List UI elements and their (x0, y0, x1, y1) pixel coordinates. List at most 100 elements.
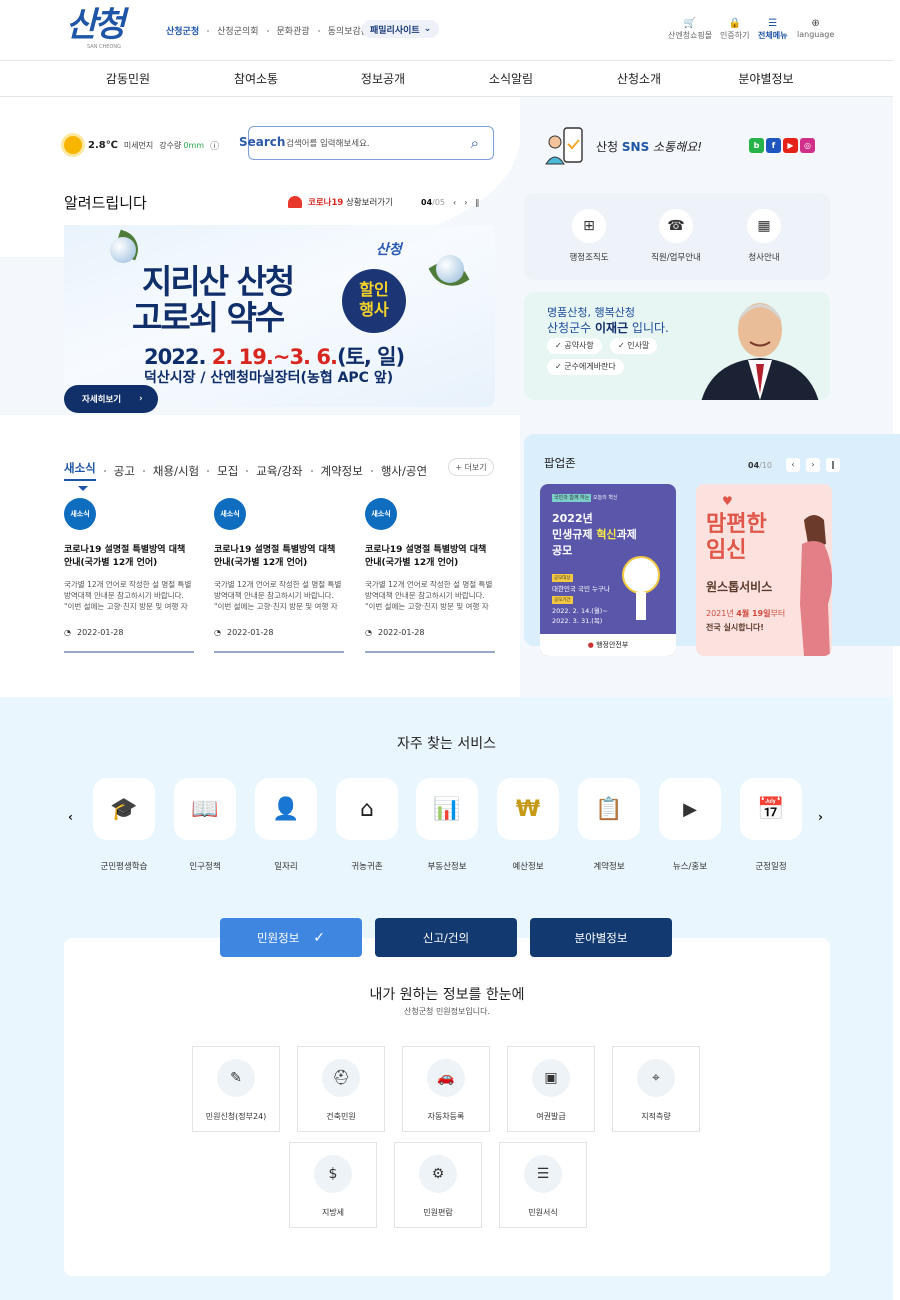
top-link-council[interactable]: 산청군의회 (217, 24, 258, 37)
search-icon[interactable]: ⌕ (471, 134, 479, 152)
car-icon: 🚗 (427, 1059, 465, 1097)
quick-staff[interactable]: ☎ 직원/업무안내 (647, 209, 705, 263)
pause-icon[interactable]: ‖ (826, 458, 841, 472)
popup1-k2: 공모기간 (552, 596, 573, 604)
popup-regulation[interactable]: 국민과 함께 하는 오늘의 혁신 2022년 민생규제 혁신과제 공모 공모대상… (540, 484, 676, 656)
info-item-label: 지방세 (321, 1208, 345, 1217)
tab-notice[interactable]: 공고 (114, 463, 135, 479)
covid-link[interactable]: 코로나19 상황보러가기 (288, 196, 393, 208)
service-return-farming[interactable]: ⌂ 귀농귀촌 (336, 778, 398, 872)
next-icon[interactable]: › (806, 458, 821, 472)
nav-news[interactable]: 소식알림 (451, 61, 571, 97)
tab-apply[interactable]: 모집 (217, 463, 238, 479)
passport-icon: ▣ (532, 1059, 570, 1097)
service-label: 군정일정 (755, 862, 787, 872)
next-icon[interactable]: › (464, 198, 467, 207)
util-shop[interactable]: 🛒 산엔청쇼핑몰 (668, 18, 712, 41)
info-guide[interactable]: ⚙ 민원편람 (394, 1142, 482, 1228)
nav-participation[interactable]: 참여소통 (196, 61, 316, 97)
news-card[interactable]: 새소식 코로나19 설명절 특별방역 대책 안내(국가별 12개 언어) 국가별… (64, 498, 194, 653)
nav-about[interactable]: 산청소개 (579, 61, 699, 97)
service-schedule[interactable]: 📅 군정일정 (740, 778, 802, 872)
info-car[interactable]: 🚗 자동차등록 (402, 1046, 490, 1132)
clock-icon: ◔ (214, 628, 221, 637)
nav-fields[interactable]: 분야별정보 (706, 61, 826, 97)
tab-recruit[interactable]: 채용/시험 (153, 463, 199, 479)
info-title: 내가 원하는 정보를 한눈에 (369, 987, 525, 1003)
util-auth[interactable]: 🔒 인증하기 (720, 18, 749, 41)
popup1-v3: 2022. 3. 31.(목) (552, 617, 603, 625)
graduation-cap-icon: 🎓 (93, 778, 155, 840)
sun-icon (64, 136, 82, 154)
tab-education[interactable]: 교육/강좌 (256, 463, 302, 479)
tab-contract[interactable]: 계약정보 (321, 463, 363, 479)
nav-disclosure[interactable]: 정보공개 (323, 61, 443, 97)
nav-civil[interactable]: 감동민원 (68, 61, 188, 97)
service-real-estate[interactable]: 📊 부동산정보 (416, 778, 478, 872)
util-menu[interactable]: ☰ 전체메뉴 (758, 18, 787, 41)
logo[interactable]: 산청 SAN CHEONG (66, 8, 142, 52)
service-population[interactable]: 📖 인구정책 (174, 778, 236, 872)
chevron-right-icon[interactable]: › (818, 810, 823, 824)
popup2-line4: 2021년 4월 19일부터 (706, 608, 785, 619)
mayor-request-button[interactable]: ✓ 군수에게바란다 (547, 359, 624, 375)
facebook-icon[interactable]: f (766, 138, 781, 153)
tab-news[interactable]: 새소식 (64, 460, 96, 481)
info-passport[interactable]: ▣ 여권발급 (507, 1046, 595, 1132)
globe-icon: ⊕ (811, 18, 820, 29)
banner-total: /05 (432, 198, 446, 207)
lock-icon: 🔒 (728, 18, 741, 29)
news-title: 코로나19 설명절 특별방역 대책 안내(국가별 12개 언어) (214, 545, 336, 568)
chevron-left-icon[interactable]: ‹ (68, 810, 73, 824)
news-more-button[interactable]: + 더보기 (448, 458, 494, 476)
clock-icon: ◔ (365, 628, 372, 637)
prev-icon[interactable]: ‹ (453, 198, 456, 207)
info-icon[interactable]: ⓘ (210, 139, 219, 152)
news-date: ◔ 2022-01-28 (214, 628, 344, 637)
popup-pregnancy[interactable]: ♥ 맘편한 임신 원스톱서비스 2021년 4월 19일부터 전국 실시합니다! (696, 484, 832, 656)
info-gov24[interactable]: ✎ 민원신청(정부24) (192, 1046, 280, 1132)
tab-field-info[interactable]: 분야별정보 (530, 918, 672, 957)
service-budget[interactable]: ₩ 예산정보 (497, 778, 559, 872)
info-forms[interactable]: ☰ 민원서식 (499, 1142, 587, 1228)
main-banner[interactable]: 산청 지리산 산청 고로쇠 약수 할인 행사 2022. 2. 19.~3. 6.… (64, 225, 495, 407)
news-title: 코로나19 설명절 특별방역 대책 안내(국가별 12개 언어) (365, 545, 487, 568)
family-site-select[interactable]: 패밀리사이트 ⌄ (362, 20, 440, 38)
service-news[interactable]: ▶ 뉴스/홍보 (659, 778, 721, 872)
news-card[interactable]: 새소식 코로나19 설명절 특별방역 대책 안내(국가별 12개 언어) 국가별… (365, 498, 495, 653)
popup1-v1: 대한민국 국민 누구나 (552, 585, 610, 593)
top-link-tourism[interactable]: 문화관광 (277, 24, 310, 37)
instagram-icon[interactable]: ◎ (800, 138, 815, 153)
tab-event[interactable]: 행사/공연 (381, 463, 427, 479)
info-item-label: 민원신청(정부24) (205, 1112, 267, 1121)
top-link-county[interactable]: 산청군청 (166, 24, 199, 37)
info-building[interactable]: ⛑ 건축민원 (297, 1046, 385, 1132)
divider (214, 651, 344, 653)
blog-icon[interactable]: b (749, 138, 764, 153)
pregnant-woman-illustration (800, 515, 832, 656)
info-local-tax[interactable]: $ 지방세 (289, 1142, 377, 1228)
news-card[interactable]: 새소식 코로나19 설명절 특별방역 대책 안내(국가별 12개 언어) 국가별… (214, 498, 344, 653)
pause-icon[interactable]: ‖ (475, 198, 479, 207)
service-lifelong-learning[interactable]: 🎓 군민평생학습 (93, 778, 155, 872)
quick-building[interactable]: ▦ 청사안내 (734, 209, 794, 263)
util-language[interactable]: ⊕ language (797, 18, 834, 39)
tab-civil-info[interactable]: 민원정보 ✓ (220, 918, 362, 957)
prev-icon[interactable]: ‹ (786, 458, 801, 472)
youtube-icon[interactable]: ▶ (783, 138, 798, 153)
mayor-greeting-button[interactable]: ✓ 인사말 (610, 338, 658, 354)
popup1-org: ● 행정안전부 (540, 634, 676, 656)
service-contract[interactable]: 📋 계약정보 (578, 778, 640, 872)
form-icon: ☰ (524, 1155, 562, 1193)
quick-org-chart[interactable]: ⊞ 행정조직도 (559, 209, 619, 263)
calendar-icon: 📅 (740, 778, 802, 840)
popup1-org-text: 행정안전부 (596, 641, 629, 649)
banner-more-button[interactable]: 자세히보기 › (64, 385, 158, 413)
service-jobs[interactable]: 👤 일자리 (255, 778, 317, 872)
mayor-pledge-button[interactable]: ✓ 공약사항 (547, 338, 602, 354)
mayor-intro-a: 산청군수 (547, 321, 595, 335)
tab-report[interactable]: 신고/건의 (375, 918, 517, 957)
info-survey[interactable]: ⌖ 지적측량 (612, 1046, 700, 1132)
application-icon: ✎ (217, 1059, 255, 1097)
search-input[interactable]: 검색어를 입력해보세요. (286, 137, 370, 149)
